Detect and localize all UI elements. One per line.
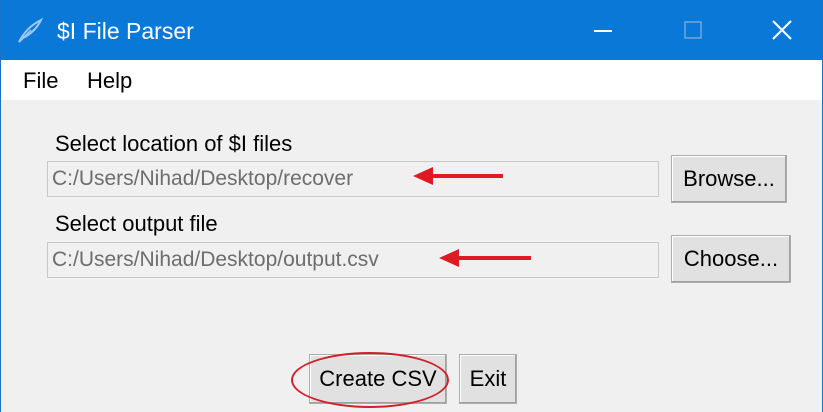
maximize-button[interactable]: [649, 0, 737, 60]
output-field[interactable]: [47, 242, 659, 278]
close-icon: [772, 20, 792, 40]
app-window: $I File Parser File Help Select location…: [0, 0, 823, 412]
minimize-icon: [594, 30, 612, 32]
menu-file[interactable]: File: [23, 68, 58, 94]
menu-bar: File Help: [1, 60, 822, 100]
menu-help[interactable]: Help: [87, 68, 132, 94]
maximize-icon: [684, 21, 702, 39]
location-field[interactable]: [47, 161, 659, 197]
red-arrow-annotation: [413, 167, 503, 185]
browse-button[interactable]: Browse...: [671, 155, 787, 203]
location-label: Select location of $I files: [55, 131, 293, 156]
title-bar[interactable]: $I File Parser: [1, 0, 822, 60]
choose-button[interactable]: Choose...: [671, 235, 791, 283]
create-csv-button[interactable]: Create CSV: [309, 354, 447, 404]
close-button[interactable]: [738, 0, 823, 60]
feather-icon: [18, 17, 44, 43]
window-title: $I File Parser: [57, 18, 194, 44]
output-label: Select output file: [55, 211, 218, 236]
minimize-button[interactable]: [559, 0, 647, 60]
exit-button[interactable]: Exit: [459, 354, 517, 404]
red-arrow-annotation: [439, 249, 531, 267]
